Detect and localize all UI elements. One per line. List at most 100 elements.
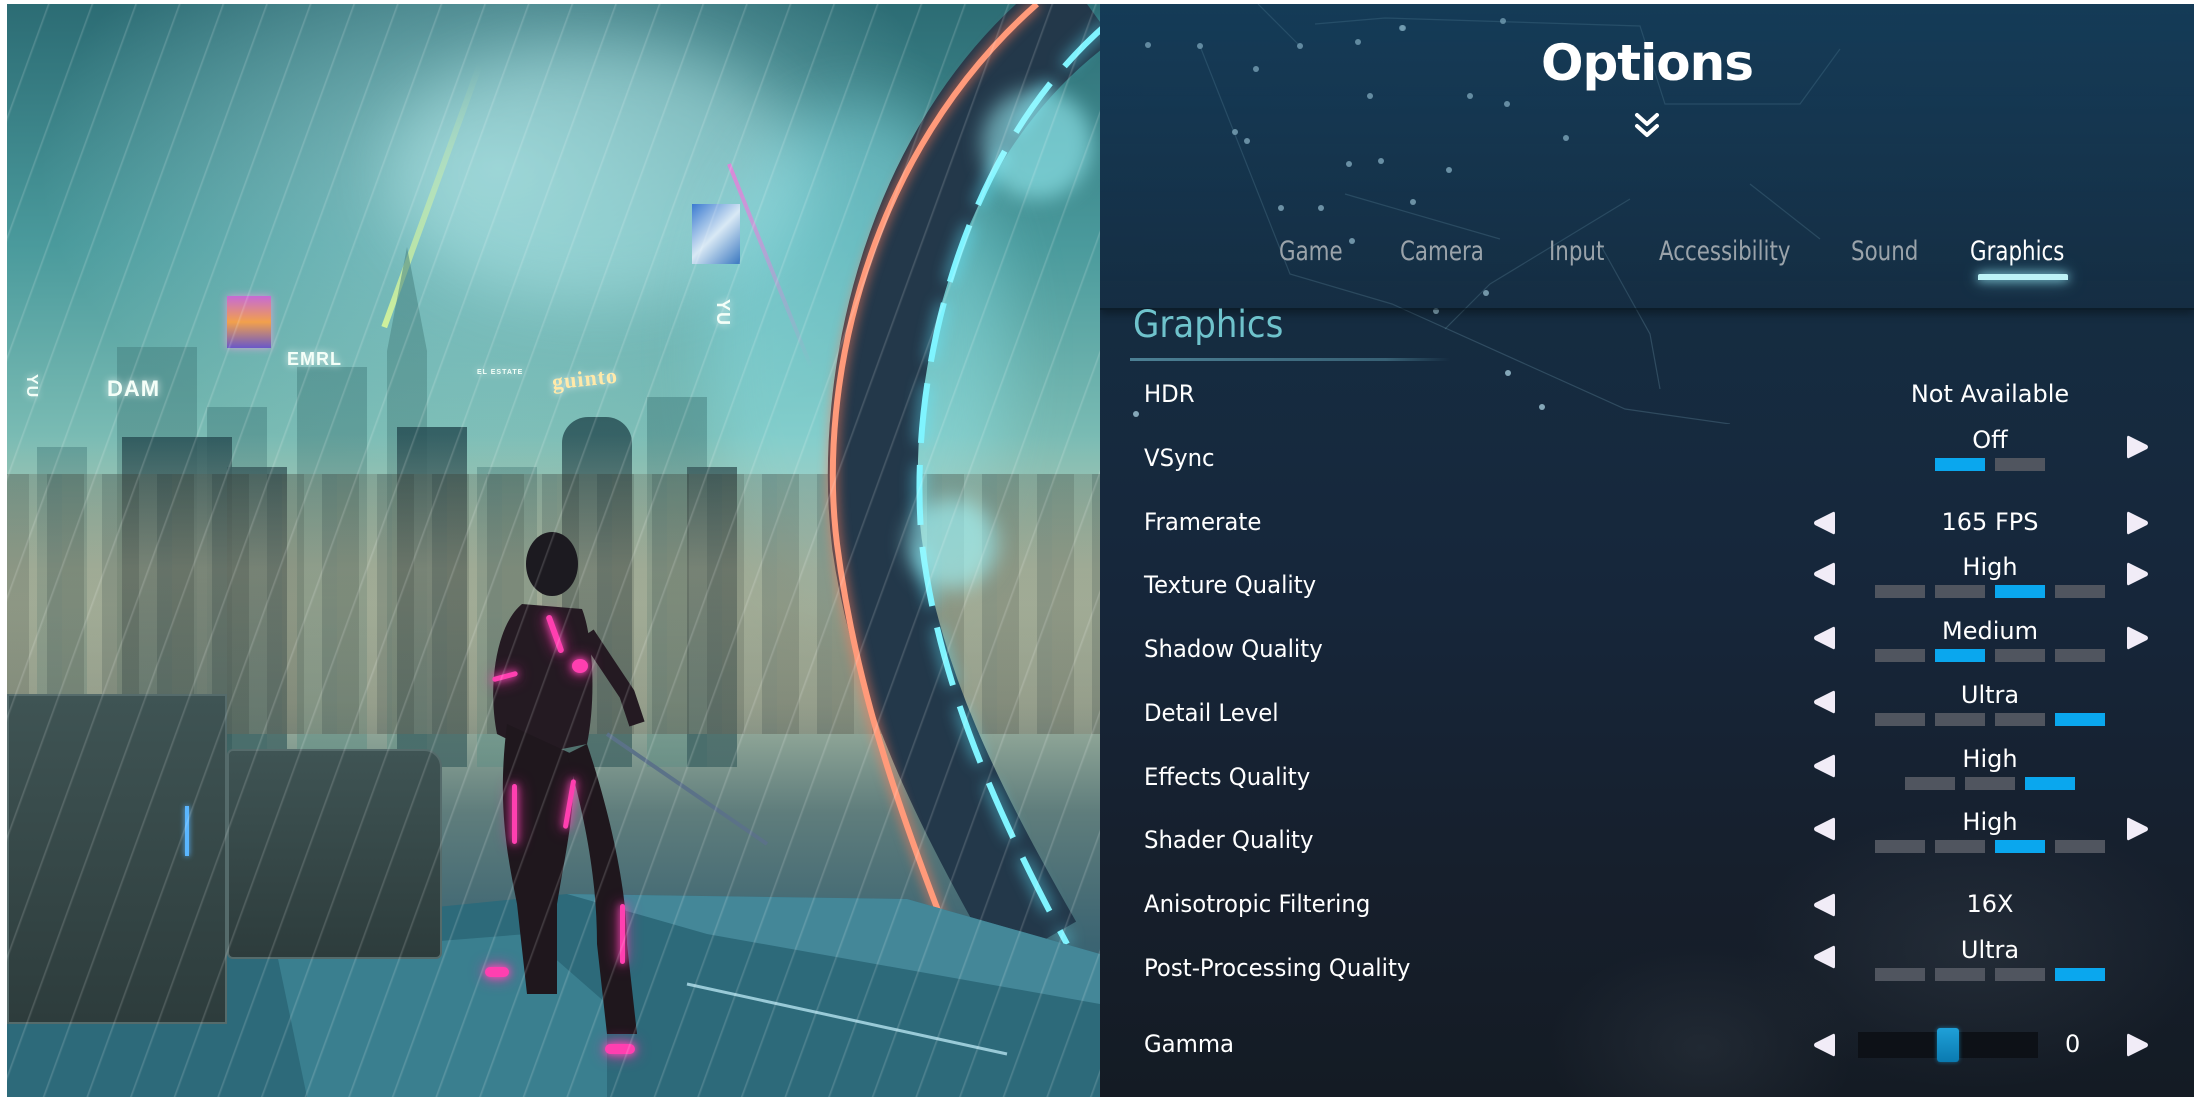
- setting-value: High: [1962, 808, 2018, 836]
- setting-row-shader-quality: Shader Quality High: [1100, 808, 2194, 872]
- increase-arrow-icon[interactable]: [2126, 625, 2150, 651]
- level-segment[interactable]: [1935, 713, 1985, 726]
- setting-label: Post-Processing Quality: [1144, 954, 1411, 982]
- setting-value: Ultra: [1960, 681, 2020, 709]
- setting-row-effects-quality: Effects Quality High: [1100, 745, 2194, 809]
- double-chevron-down-icon[interactable]: [1100, 112, 2194, 144]
- level-segment[interactable]: [1875, 968, 1925, 981]
- tab-graphics[interactable]: Graphics: [1970, 236, 2064, 267]
- increase-arrow-icon[interactable]: [2126, 561, 2150, 587]
- level-segment-selected[interactable]: [1935, 458, 1985, 471]
- tab-game[interactable]: Game: [1279, 236, 1343, 267]
- setting-row-gamma: Gamma 0: [1100, 1016, 2194, 1076]
- setting-row-texture-quality: Texture Quality High: [1100, 553, 2194, 617]
- level-segment[interactable]: [1905, 777, 1955, 790]
- setting-value: Not Available: [1910, 380, 2070, 408]
- increase-arrow-icon[interactable]: [2126, 434, 2150, 460]
- tab-camera[interactable]: Camera: [1400, 236, 1484, 267]
- quality-level-indicator: [1875, 713, 2105, 726]
- decrease-arrow-icon[interactable]: [1812, 816, 1836, 842]
- setting-label: HDR: [1144, 380, 1195, 408]
- rooftop-crate: [7, 694, 227, 1024]
- decrease-arrow-icon[interactable]: [1812, 561, 1836, 587]
- page-title: Options: [1540, 34, 1754, 92]
- setting-row-shadow-quality: Shadow Quality Medium: [1100, 617, 2194, 681]
- setting-value: Medium: [1942, 617, 2038, 645]
- setting-row-detail-level: Detail Level Ultra: [1100, 681, 2194, 745]
- level-segment-selected[interactable]: [1995, 585, 2045, 598]
- active-tab-indicator: [1978, 274, 2068, 280]
- quality-level-indicator: [1905, 777, 2075, 790]
- decrease-arrow-icon[interactable]: [1812, 689, 1836, 715]
- setting-label: Shadow Quality: [1144, 635, 1323, 663]
- gamma-value: 0: [2065, 1030, 2081, 1058]
- setting-row-hdr: HDR Not Available: [1100, 366, 2194, 426]
- setting-label: Detail Level: [1144, 699, 1279, 727]
- setting-value: High: [1962, 745, 2018, 773]
- level-segment[interactable]: [1875, 713, 1925, 726]
- setting-value: High: [1962, 553, 2018, 581]
- level-segment[interactable]: [1875, 840, 1925, 853]
- tab-bar: Game Camera Input Accessibility Sound Gr…: [0, 236, 2200, 280]
- decrease-arrow-icon[interactable]: [1812, 892, 1836, 918]
- setting-row-anisotropic-filtering: Anisotropic Filtering 16X: [1100, 876, 2194, 936]
- level-segment[interactable]: [1995, 649, 2045, 662]
- level-segment-selected[interactable]: [2055, 713, 2105, 726]
- level-segment[interactable]: [2055, 649, 2105, 662]
- level-segment[interactable]: [2055, 840, 2105, 853]
- rooftop-machine: [227, 749, 442, 959]
- quality-level-indicator: [1935, 458, 2045, 471]
- level-segment[interactable]: [1935, 585, 1985, 598]
- quality-level-indicator: [1875, 585, 2105, 598]
- level-segment[interactable]: [1875, 585, 1925, 598]
- gamma-increase-arrow-icon[interactable]: [2126, 1032, 2150, 1058]
- tab-accessibility[interactable]: Accessibility: [1659, 236, 1791, 267]
- suit-neon: [512, 784, 517, 844]
- section-title: Graphics: [1133, 303, 1284, 346]
- setting-value: 165 FPS: [1941, 508, 2039, 536]
- level-segment[interactable]: [1995, 458, 2045, 471]
- setting-label: Gamma: [1144, 1030, 1235, 1058]
- gamma-slider-handle[interactable]: [1937, 1028, 1959, 1062]
- setting-row-vsync: VSync Off: [1100, 426, 2194, 490]
- tab-sound[interactable]: Sound: [1851, 236, 1918, 267]
- gamma-slider[interactable]: [1858, 1028, 2038, 1062]
- level-segment[interactable]: [1965, 777, 2015, 790]
- level-segment[interactable]: [1875, 649, 1925, 662]
- suit-neon: [620, 904, 625, 964]
- level-segment[interactable]: [1935, 968, 1985, 981]
- increase-arrow-icon[interactable]: [2126, 816, 2150, 842]
- suit-neon: [572, 659, 588, 673]
- level-segment-selected[interactable]: [1935, 649, 1985, 662]
- suit-neon: [485, 967, 509, 977]
- decrease-arrow-icon[interactable]: [1812, 944, 1836, 970]
- level-segment[interactable]: [1995, 968, 2045, 981]
- setting-value: 16X: [1966, 890, 2014, 918]
- setting-row-framerate: Framerate 165 FPS: [1100, 494, 2194, 554]
- setting-value: Off: [1972, 426, 2008, 454]
- setting-label: VSync: [1144, 444, 1215, 472]
- suit-neon: [605, 1044, 635, 1054]
- setting-label: Framerate: [1144, 508, 1262, 536]
- decrease-arrow-icon[interactable]: [1812, 510, 1836, 536]
- setting-label: Shader Quality: [1144, 826, 1314, 854]
- increase-arrow-icon[interactable]: [2126, 510, 2150, 536]
- tab-input[interactable]: Input: [1549, 236, 1604, 267]
- decrease-arrow-icon[interactable]: [1812, 625, 1836, 651]
- level-segment[interactable]: [1935, 840, 1985, 853]
- level-segment[interactable]: [1995, 713, 2045, 726]
- section-divider: [1130, 358, 1450, 361]
- level-segment-selected[interactable]: [2025, 777, 2075, 790]
- blue-light: [185, 806, 189, 856]
- quality-level-indicator: [1875, 840, 2105, 853]
- setting-value: Ultra: [1960, 936, 2020, 964]
- setting-label: Anisotropic Filtering: [1144, 890, 1371, 918]
- decrease-arrow-icon[interactable]: [1812, 753, 1836, 779]
- level-segment[interactable]: [2055, 585, 2105, 598]
- quality-level-indicator: [1875, 968, 2105, 981]
- quality-level-indicator: [1875, 649, 2105, 662]
- level-segment-selected[interactable]: [1995, 840, 2045, 853]
- katana: [605, 732, 769, 846]
- gamma-decrease-arrow-icon[interactable]: [1812, 1032, 1836, 1058]
- level-segment-selected[interactable]: [2055, 968, 2105, 981]
